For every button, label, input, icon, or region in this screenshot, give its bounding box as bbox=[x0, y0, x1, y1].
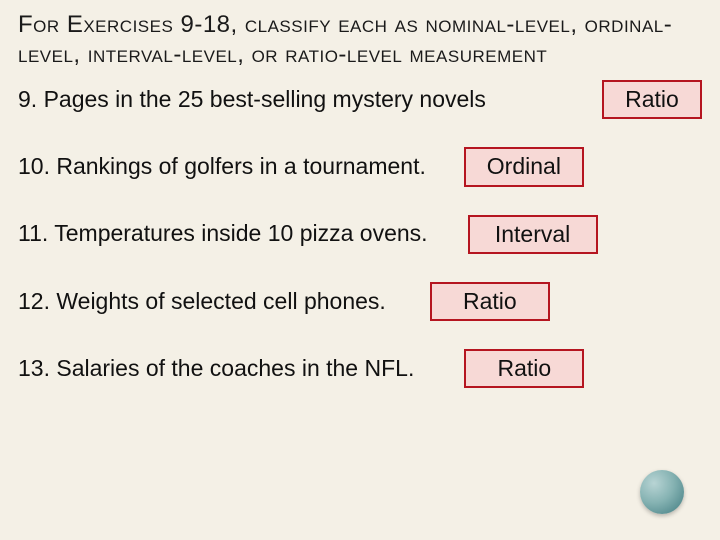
question-row: 10. Rankings of golfers in a tournament.… bbox=[18, 147, 702, 186]
slide-title: For Exercises 9-18, classify each as nom… bbox=[18, 10, 702, 70]
question-text: 13. Salaries of the coaches in the NFL. bbox=[18, 355, 414, 383]
question-text: 10. Rankings of golfers in a tournament. bbox=[18, 153, 426, 181]
question-text: 11. Temperatures inside 10 pizza ovens. bbox=[18, 220, 428, 248]
answer-box: Ratio bbox=[464, 349, 584, 388]
answer-box: Ordinal bbox=[464, 147, 584, 186]
slide: For Exercises 9-18, classify each as nom… bbox=[0, 0, 720, 540]
question-row: 11. Temperatures inside 10 pizza ovens. … bbox=[18, 215, 702, 254]
decorative-sphere-icon bbox=[640, 470, 684, 514]
question-row: 9. Pages in the 25 best-selling mystery … bbox=[18, 80, 702, 119]
question-text: 9. Pages in the 25 best-selling mystery … bbox=[18, 86, 584, 114]
question-row: 13. Salaries of the coaches in the NFL. … bbox=[18, 349, 702, 388]
answer-box: Ratio bbox=[602, 80, 702, 119]
answer-box: Ratio bbox=[430, 282, 550, 321]
question-row: 12. Weights of selected cell phones. Rat… bbox=[18, 282, 702, 321]
question-text: 12. Weights of selected cell phones. bbox=[18, 288, 386, 316]
answer-box: Interval bbox=[468, 215, 598, 254]
